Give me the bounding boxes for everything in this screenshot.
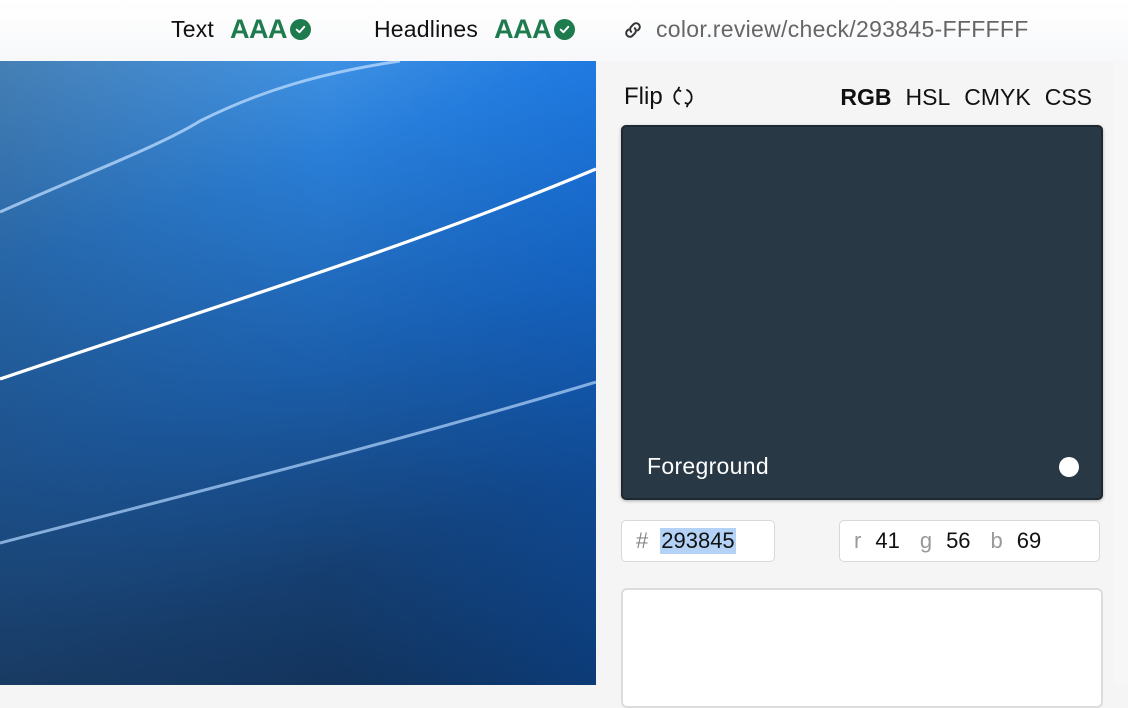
tab-hsl[interactable]: HSL	[906, 84, 951, 111]
headlines-rating-label: Headlines	[374, 16, 479, 42]
panel-header: Flip RGB HSL CMYK CSS	[624, 80, 1092, 114]
hex-prefix: #	[636, 528, 649, 553]
foreground-swatch[interactable]: Foreground	[621, 125, 1103, 500]
flip-button[interactable]: Flip	[624, 83, 695, 111]
r-value[interactable]: 41	[875, 528, 899, 554]
share-link[interactable]: color.review/check/293845-FFFFFF	[622, 16, 1029, 43]
tab-css[interactable]: CSS	[1045, 84, 1092, 111]
preview-curve-light-top	[0, 61, 401, 214]
color-mode-tabs: RGB HSL CMYK CSS	[840, 84, 1092, 111]
r-label: r	[854, 528, 862, 553]
contrast-dot-icon[interactable]	[1059, 457, 1079, 477]
panel-edge	[1114, 61, 1128, 685]
background-swatch[interactable]	[621, 588, 1103, 708]
preview-curves	[0, 61, 596, 545]
text-rating: Text AAA	[171, 14, 311, 45]
tab-cmyk[interactable]: CMYK	[964, 84, 1030, 111]
top-bar: Text AAA Headlines AAA color.review/chec…	[0, 0, 1128, 61]
text-rating-label: Text	[171, 16, 214, 42]
g-value[interactable]: 56	[946, 528, 970, 554]
refresh-icon	[673, 86, 693, 108]
check-circle-icon	[289, 19, 311, 40]
b-label: b	[990, 528, 1003, 553]
color-panel: Flip RGB HSL CMYK CSS Foreground # 29384…	[596, 61, 1128, 708]
check-circle-icon	[554, 19, 576, 40]
share-url[interactable]: color.review/check/293845-FFFFFF	[656, 16, 1029, 43]
flip-label: Flip	[624, 83, 663, 110]
headlines-rating: Headlines AAA	[374, 14, 576, 45]
hex-input[interactable]: # 293845	[621, 520, 775, 562]
rgb-input[interactable]: r 41 g 56 b 69	[839, 520, 1100, 562]
text-rating-grade: AAA	[229, 14, 288, 44]
b-value[interactable]: 69	[1017, 528, 1041, 554]
preview-curve-light-bottom	[0, 380, 596, 545]
tab-rgb[interactable]: RGB	[840, 84, 891, 111]
contrast-preview	[0, 61, 596, 685]
foreground-label: Foreground	[647, 453, 769, 479]
hex-value[interactable]: 293845	[660, 528, 736, 554]
g-label: g	[919, 528, 933, 553]
preview-curve-white	[0, 167, 596, 381]
headlines-rating-grade: AAA	[494, 14, 552, 44]
link-icon	[622, 19, 644, 41]
